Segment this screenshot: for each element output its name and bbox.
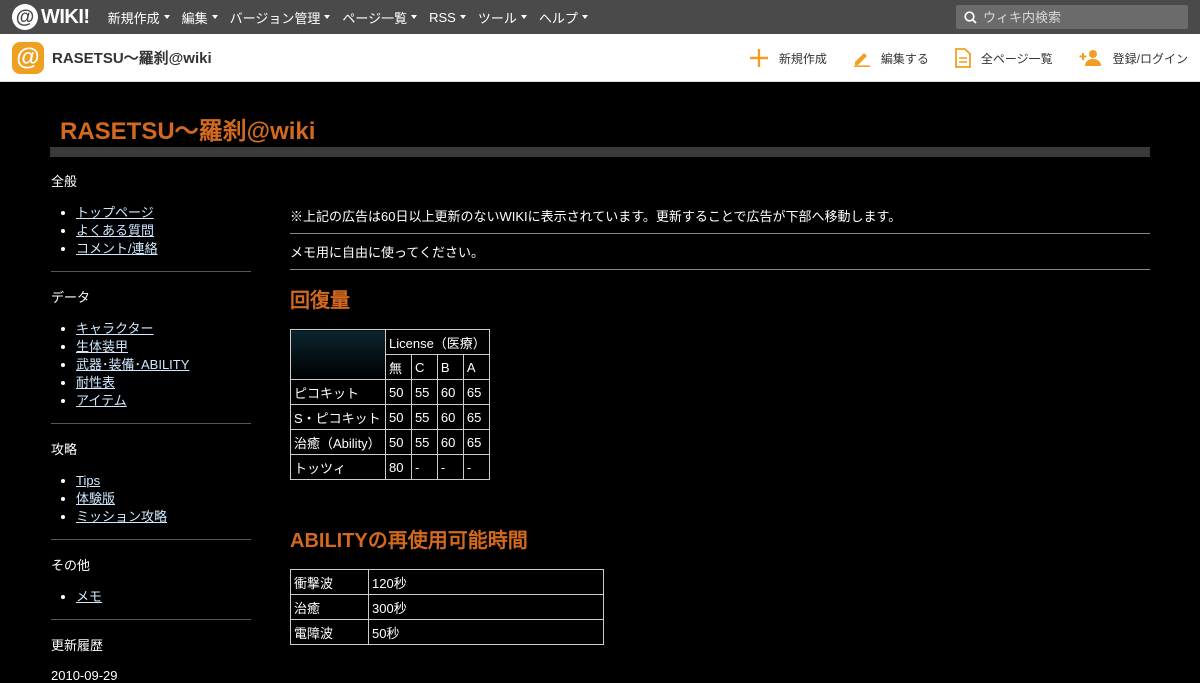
menu-section-title: 攻略 (51, 442, 78, 457)
add-user-icon (1079, 50, 1101, 66)
nav-version[interactable]: バージョン管理 (230, 8, 331, 27)
heal-heading: 回復量 (290, 290, 350, 312)
document-icon (954, 48, 971, 68)
menu-item-demo: 体験版 (76, 490, 251, 508)
menu-divider (51, 271, 251, 272)
col-header: B (436, 354, 464, 380)
pencil-icon (853, 53, 870, 67)
menu-item-resistance: 耐性表 (76, 374, 251, 392)
menu-item-characters: キャラクター (76, 320, 251, 338)
main-content: ※上記の広告は60日以上更新のないWIKIに表示されています。更新することで広告… (290, 206, 1150, 645)
menu-item-top-page: トップページ (76, 204, 251, 222)
table-row: ピコキット 50 55 60 65 (290, 379, 490, 405)
ability-table: 衝撃波 120秒 治癒 300秒 電障波 50秒 (290, 569, 604, 645)
col-header: C (410, 354, 438, 380)
global-toolbar: @ WIKI! 新規作成 編集 バージョン管理 ページ一覧 RSS ツール ヘル… (0, 0, 1200, 34)
menu-divider (51, 423, 251, 424)
side-menu: 全般 トップページ よくある質問 コメント/連絡 データ キャラクター 生体装甲… (51, 171, 251, 683)
caret-down-icon (520, 15, 527, 19)
menu-divider (51, 619, 251, 620)
wiki-search (956, 5, 1188, 29)
table-row: 治癒 300秒 (290, 594, 604, 620)
nav-pagelist[interactable]: ページ一覧 (342, 8, 418, 27)
title-divider (50, 147, 1150, 157)
caret-down-icon (581, 15, 588, 19)
memo-text: メモ用に自由に使ってください。 (290, 234, 1150, 270)
atwiki-logo[interactable]: @ WIKI! (12, 0, 90, 34)
menu-item-contact: コメント/連絡 (76, 240, 251, 258)
menu-section-data: データ キャラクター 生体装甲 武器･装備･ABILITY 耐性表 アイテム (51, 287, 251, 410)
logo-text: WIKI! (41, 5, 90, 28)
menu-item-weapons: 武器･装備･ABILITY (76, 356, 251, 374)
page-content: RASETSU～羅刹@wiki 全般 トップページ よくある質問 コメント/連絡… (0, 83, 1200, 683)
caret-down-icon (163, 15, 170, 19)
wiki-title[interactable]: RASETSU～羅刹@wiki (60, 111, 315, 146)
menu-item-tips: Tips (76, 472, 251, 490)
menu-item-items: アイテム (76, 392, 251, 410)
ad-notice: ※上記の広告は60日以上更新のないWIKIに表示されています。更新することで広告… (290, 206, 1150, 234)
heal-table: License（医療） 無 C B A ピコキット 50 55 60 65 S・… (290, 329, 490, 480)
caret-down-icon (459, 15, 466, 19)
col-header: 無 (385, 354, 412, 380)
login-button[interactable]: 登録/ログイン (1079, 49, 1188, 67)
site-name[interactable]: RASETSU～羅刹@wiki (52, 47, 212, 68)
menu-section-strategy: 攻略 Tips 体験版 ミッション攻略 (51, 439, 251, 526)
menu-divider (51, 539, 251, 540)
top-nav: 新規作成 編集 バージョン管理 ページ一覧 RSS ツール ヘルプ (108, 8, 600, 27)
license-header: License（医療） (385, 329, 490, 355)
search-input[interactable] (983, 9, 1173, 25)
nav-new[interactable]: 新規作成 (108, 8, 170, 27)
all-pages-button[interactable]: 全ページ一覧 (954, 48, 1053, 68)
site-logo-icon[interactable]: @ (12, 41, 44, 74)
table-row: 治癒（Ability） 50 55 60 65 (290, 429, 490, 455)
table-corner (290, 329, 386, 380)
header-actions: 新規作成 編集する 全ページ一覧 登録/ログイン (723, 34, 1188, 82)
edit-page-button[interactable]: 編集する (853, 49, 929, 67)
menu-section-title: データ (51, 290, 91, 305)
nav-help[interactable]: ヘルプ (539, 8, 588, 27)
menu-item-armor: 生体装甲 (76, 338, 251, 356)
menu-section-title: 全般 (51, 174, 78, 189)
search-icon (964, 10, 977, 24)
table-row: 電障波 50秒 (290, 619, 604, 645)
nav-rss[interactable]: RSS (429, 8, 466, 27)
col-header: A (462, 354, 490, 380)
table-row: トッツィ 80 - - - (290, 454, 490, 480)
site-header: @ RASETSU～羅刹@wiki 新規作成 編集する 全ページ一覧 登録/ログ… (0, 34, 1200, 82)
menu-item-faq: よくある質問 (76, 222, 251, 240)
nav-edit[interactable]: 編集 (182, 8, 218, 27)
menu-section-other: その他 メモ (51, 555, 251, 606)
plus-icon (749, 49, 768, 67)
at-logo-icon: @ (12, 4, 38, 30)
menu-item-memo: メモ (76, 588, 251, 606)
menu-section-title: その他 (51, 558, 91, 573)
history-title: 更新履歴 (51, 638, 104, 653)
history-date: 2010-09-29 (51, 668, 118, 683)
new-page-button[interactable]: 新規作成 (749, 48, 827, 68)
menu-item-missions: ミッション攻略 (76, 508, 251, 526)
caret-down-icon (411, 15, 418, 19)
nav-tools[interactable]: ツール (478, 8, 527, 27)
caret-down-icon (324, 15, 331, 19)
menu-section-history: 更新履歴 2010-09-29 (51, 635, 251, 683)
menu-section-general: 全般 トップページ よくある質問 コメント/連絡 (51, 171, 251, 258)
ability-heading: ABILITYの再使用可能時間 (290, 530, 528, 552)
table-row: 衝撃波 120秒 (290, 569, 604, 595)
table-row: S・ピコキット 50 55 60 65 (290, 404, 490, 430)
caret-down-icon (211, 15, 218, 19)
